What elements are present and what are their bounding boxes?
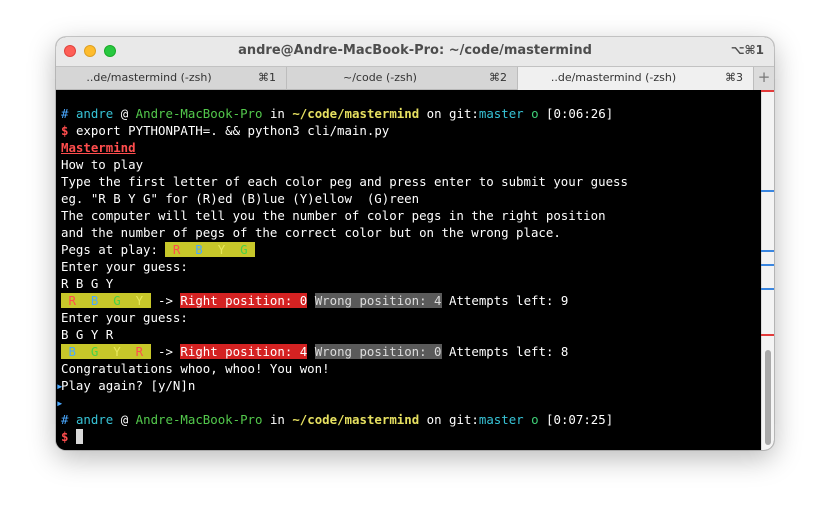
new-tab-button[interactable]: + (754, 67, 774, 90)
rules-line: eg. "R B Y G" for (R)ed (B)lue (Y)ellow … (61, 191, 420, 206)
text-cursor (75, 429, 83, 444)
mark-red (761, 90, 774, 92)
prompt-user: andre (75, 412, 114, 427)
title-bar[interactable]: andre@Andre-MacBook-Pro: ~/code/mastermi… (56, 37, 774, 66)
tab-shortcut: ⌘2 (489, 71, 507, 84)
tab-label: ..de/mastermind (-zsh) (550, 71, 677, 84)
prompt-branch: master (478, 106, 524, 121)
right-position-badge: Right position: 0 (180, 293, 308, 308)
prompt-user: andre (75, 106, 114, 121)
blank-line: ▸ (56, 394, 761, 411)
pegs-at-play-line: Pegs at play: R B Y G (61, 241, 761, 258)
play-again-text: Play again? [y/N]n (61, 378, 196, 393)
peg-yellow: Y (210, 242, 233, 257)
tab-bar: ..de/mastermind (-zsh) ⌘1 ~/code (-zsh) … (56, 66, 774, 90)
prompt-git: git: (449, 412, 479, 427)
tab-2[interactable]: ~/code (-zsh) ⌘2 (287, 67, 518, 90)
wrong-position-badge: Wrong position: 0 (314, 344, 442, 359)
peg-red: R (128, 344, 151, 359)
mark-arrow-icon: ▸ (56, 378, 64, 393)
prompt-in: in (269, 412, 285, 427)
tab-shortcut: ⌘3 (725, 71, 743, 84)
attempts-left: Attempts left: 9 (441, 293, 569, 308)
peg-blue: B (187, 242, 211, 257)
prompt-on: on (426, 412, 442, 427)
mark-blue (761, 288, 774, 290)
peg-yellow: Y (128, 293, 151, 308)
tab-shortcut: ⌘1 (258, 71, 276, 84)
prompt-status: o (531, 412, 539, 427)
peg-green: G (232, 242, 256, 257)
prompt-branch: master (478, 412, 524, 427)
pegs-at-play: R B Y G (165, 242, 256, 257)
prompt-in: in (269, 106, 285, 121)
prompt-host: Andre-MacBook-Pro (135, 106, 263, 121)
attempts-left: Attempts left: 8 (441, 344, 569, 359)
enter-guess-line: Enter your guess: (61, 310, 188, 325)
how-to-line: How to play (61, 157, 144, 172)
command-text: export PYTHONPATH=. && python3 cli/main.… (75, 123, 390, 138)
input-line[interactable]: $ (61, 428, 761, 445)
prompt-sign: $ (61, 429, 69, 444)
scrollbar-thumb[interactable] (765, 350, 771, 445)
guess-input-line: B G Y R (61, 327, 114, 342)
prompt-git: git: (449, 106, 479, 121)
window-title: andre@Andre-MacBook-Pro: ~/code/mastermi… (238, 43, 592, 58)
right-position-badge: Right position: 4 (180, 344, 308, 359)
prompt-hash: # (61, 106, 69, 121)
terminal-window: andre@Andre-MacBook-Pro: ~/code/mastermi… (56, 37, 774, 450)
guess-input-line: R B G Y (61, 276, 114, 291)
peg-blue: B (61, 344, 84, 359)
scrollbar[interactable] (761, 90, 774, 450)
prompt-time: [0:07:25] (546, 412, 614, 427)
guess-pegs: B G Y R (61, 344, 151, 359)
prompt-sign: $ (61, 123, 69, 138)
mark-arrow-icon: ▸ (56, 395, 64, 410)
game-title: Mastermind (61, 140, 136, 155)
result-line: B G Y R -> Right position: 4 Wrong posit… (61, 343, 761, 360)
mark-blue (761, 190, 774, 192)
peg-red: R (61, 293, 84, 308)
congrats-line: Congratulations whoo, whoo! You won! (61, 361, 330, 376)
guess-pegs: R B G Y (61, 293, 151, 308)
prompt-status: o (531, 106, 539, 121)
rules-line: Type the first letter of each color peg … (61, 174, 628, 189)
prompt-line: # andre @ Andre-MacBook-Pro in ~/code/ma… (61, 411, 761, 428)
prompt-time: [0:06:26] (546, 106, 614, 121)
peg-green: G (105, 293, 129, 308)
prompt-path: ~/code/mastermind (292, 106, 420, 121)
prompt-path: ~/code/mastermind (292, 412, 420, 427)
prompt-line: # andre @ Andre-MacBook-Pro in ~/code/ma… (61, 105, 761, 122)
mark-red (761, 334, 774, 336)
play-again-line: ▸ Play again? [y/N]n (56, 377, 761, 394)
peg-green: G (83, 344, 106, 359)
prompt-hash: # (61, 412, 69, 427)
prompt-at: @ (120, 412, 129, 427)
game-title-line: Mastermind (61, 139, 761, 156)
rules-line: and the number of pegs of the correct co… (61, 225, 561, 240)
peg-yellow: Y (105, 344, 129, 359)
rules-line: The computer will tell you the number of… (61, 208, 606, 223)
tab-label: ..de/mastermind (-zsh) (86, 71, 212, 84)
prompt-at: @ (120, 106, 129, 121)
tab-label: ~/code (-zsh) (343, 71, 417, 84)
mark-blue (761, 264, 774, 266)
result-arrow: -> (150, 344, 181, 359)
result-arrow: -> (150, 293, 181, 308)
pegs-label: Pegs at play: (61, 242, 158, 257)
window-shortcut: ⌥⌘1 (730, 43, 764, 57)
mark-blue (761, 250, 774, 252)
tab-1[interactable]: ..de/mastermind (-zsh) ⌘1 (56, 67, 287, 90)
peg-blue: B (83, 293, 106, 308)
peg-red: R (165, 242, 188, 257)
prompt-on: on (426, 106, 442, 121)
tab-3[interactable]: ..de/mastermind (-zsh) ⌘3 (518, 67, 754, 90)
enter-guess-line: Enter your guess: (61, 259, 188, 274)
result-line: R B G Y -> Right position: 0 Wrong posit… (61, 292, 761, 309)
wrong-position-badge: Wrong position: 4 (314, 293, 442, 308)
prompt-host: Andre-MacBook-Pro (135, 412, 263, 427)
terminal-output[interactable]: # andre @ Andre-MacBook-Pro in ~/code/ma… (56, 90, 761, 450)
command-line: $ export PYTHONPATH=. && python3 cli/mai… (61, 122, 761, 139)
